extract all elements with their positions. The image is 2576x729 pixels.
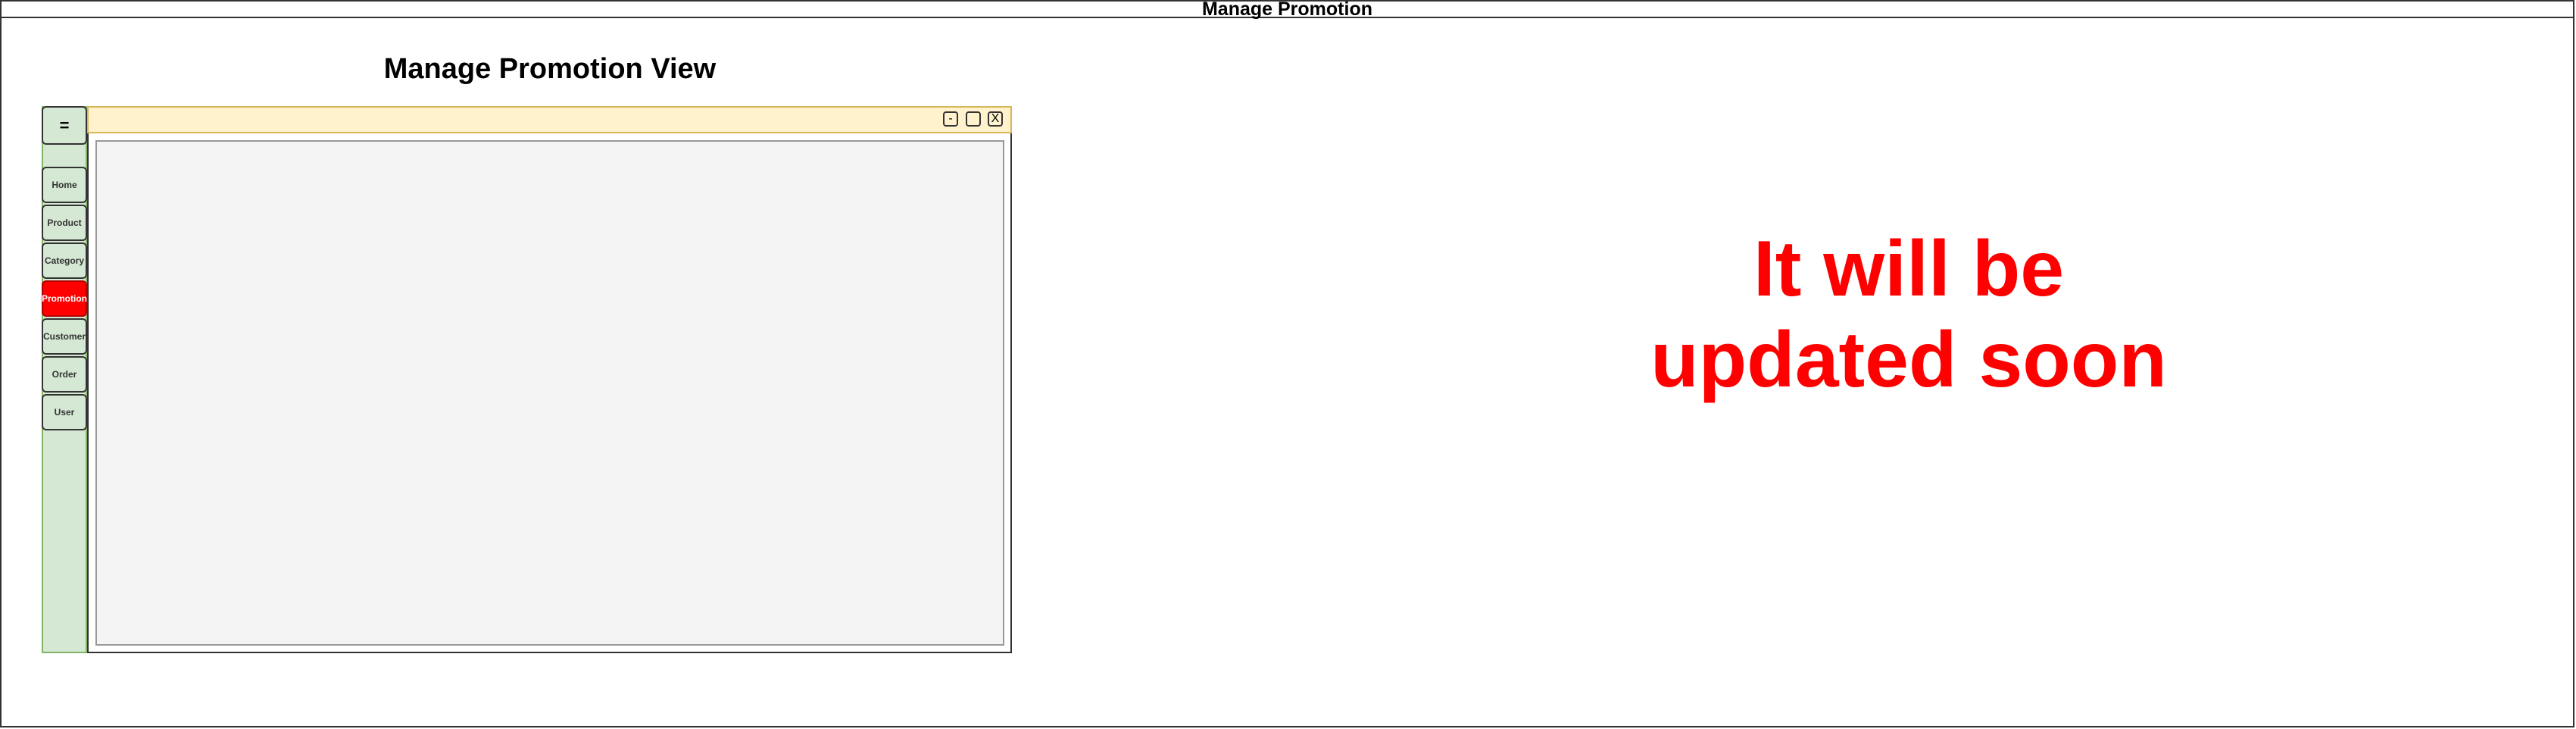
sidebar-item-category[interactable]: Category (42, 242, 87, 279)
sidebar-item-order[interactable]: Order (42, 356, 87, 393)
frame-title: Manage Promotion (0, 0, 2574, 19)
content-area (95, 140, 1004, 646)
sidebar-item-promotion[interactable]: Promotion (42, 280, 87, 317)
update-notice: It will be updated soon (1591, 224, 2227, 405)
update-notice-line2: updated soon (1650, 316, 2167, 404)
menu-toggle-button[interactable]: = (42, 106, 87, 145)
maximize-button[interactable] (966, 111, 981, 127)
window-titlebar (87, 106, 1012, 133)
minimize-button[interactable]: - (943, 111, 958, 127)
close-button[interactable]: X (988, 111, 1003, 127)
sidebar-item-user[interactable]: User (42, 394, 87, 430)
sidebar-item-product[interactable]: Product (42, 205, 87, 241)
view-title: Manage Promotion View (383, 53, 717, 85)
sidebar-item-customer[interactable]: Customer (42, 318, 87, 355)
sidebar-item-home[interactable]: Home (42, 167, 87, 203)
update-notice-line1: It will be (1753, 225, 2065, 313)
